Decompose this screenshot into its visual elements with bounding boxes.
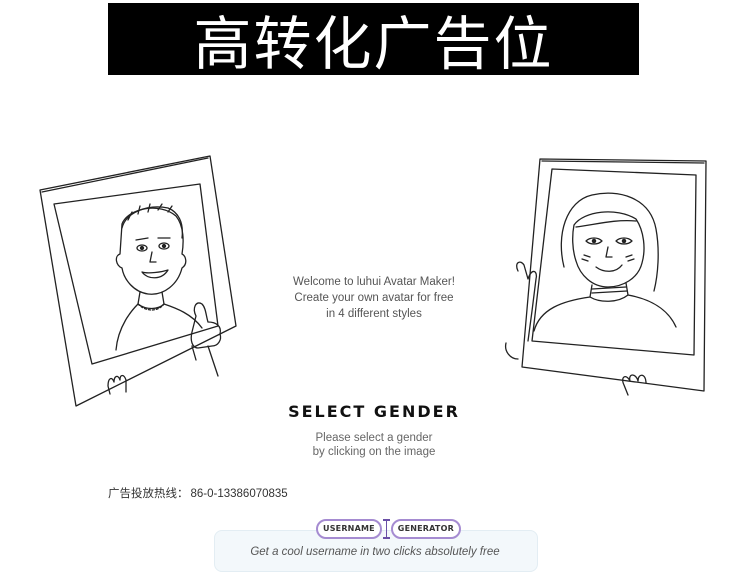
hotline-number: 86-0-13386070835 <box>190 488 288 500</box>
male-avatar-option[interactable] <box>36 150 242 412</box>
hotline-label: 广告投放热线： <box>108 488 189 500</box>
ad-banner[interactable]: 高转化广告位 <box>108 3 639 75</box>
select-gender-heading: SELECT GENDER <box>288 402 460 421</box>
female-avatar-option[interactable] <box>500 155 712 405</box>
hint-line-1: Please select a gender <box>315 432 433 444</box>
text-cursor-icon <box>382 518 390 539</box>
logo-generator-pill: GENERATOR <box>390 518 461 539</box>
welcome-line-2: Create your own avatar for free <box>294 292 454 304</box>
welcome-text: Welcome to luhui Avatar Maker! Create yo… <box>260 274 488 322</box>
logo-username-pill: USERNAME <box>316 518 382 539</box>
username-generator-logo[interactable]: USERNAME GENERATOR <box>316 518 461 539</box>
welcome-line-1: Welcome to luhui Avatar Maker! <box>293 276 455 288</box>
username-generator-tagline[interactable]: Get a cool username in two clicks absolu… <box>214 546 536 558</box>
select-gender-hint: Please select a gender by clicking on th… <box>260 431 488 459</box>
ad-banner-text: 高转化广告位 <box>193 10 554 75</box>
welcome-line-3: in 4 different styles <box>326 308 422 320</box>
hint-line-2: by clicking on the image <box>312 446 436 458</box>
ad-hotline: 广告投放热线： 86-0-13386070835 <box>108 485 288 501</box>
